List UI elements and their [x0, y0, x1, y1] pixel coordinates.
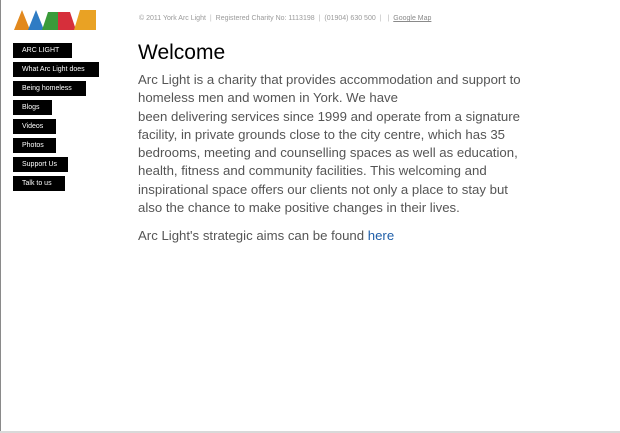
arc-light-logo[interactable]	[14, 10, 96, 30]
intro-line: health, fitness and community facilities…	[138, 163, 487, 179]
intro-line: inspirational space offers our clients n…	[138, 181, 508, 197]
page-title: Welcome	[138, 41, 226, 64]
logo-triangle-blue	[28, 10, 44, 30]
nav-item-blogs[interactable]: Blogs	[13, 100, 52, 115]
intro-line: also the chance to make positive changes…	[138, 200, 460, 216]
separator: |	[318, 15, 321, 22]
separator: |	[387, 15, 390, 22]
window-left-border	[0, 0, 1, 433]
intro-line: bedrooms, meeting and counselling spaces…	[138, 145, 518, 161]
aims-text: Arc Light's strategic aims can be found	[138, 228, 368, 244]
nav-item-photos[interactable]: Photos	[13, 138, 56, 153]
intro-line: homeless men and women in York. We have	[138, 90, 398, 106]
main-content: Welcome Arc Light is a charity that prov…	[138, 41, 538, 246]
intro-line: facility, in private grounds close to th…	[138, 126, 505, 142]
logo-triangle-orange	[14, 10, 30, 30]
intro-line: been delivering services since 1999 and …	[138, 108, 520, 124]
intro-line: Arc Light is a charity that provides acc…	[138, 72, 521, 87]
site-info-bar: © 2011 York Arc Light | Registered Chari…	[139, 15, 431, 22]
nav-item-being-homeless[interactable]: Being homeless	[13, 81, 86, 96]
nav-item-videos[interactable]: Videos	[13, 119, 56, 134]
intro-paragraph: Arc Light is a charity that provides acc…	[138, 71, 538, 217]
google-map-link[interactable]: Google Map	[393, 15, 431, 22]
copyright-text: © 2011 York Arc Light	[139, 15, 206, 22]
nav-item-talk-to-us[interactable]: Talk to us	[13, 176, 65, 191]
nav-item-what-arc-light-does[interactable]: What Arc Light does	[13, 62, 99, 77]
logo-shape-red	[58, 12, 76, 30]
nav-item-arc-light[interactable]: ARC LIGHT	[13, 43, 72, 58]
logo-shape-yellow	[74, 10, 96, 30]
charity-number: Registered Charity No: 1113198	[215, 15, 315, 22]
aims-here-link[interactable]: here	[368, 228, 394, 243]
phone-number: (01904) 630 500	[324, 15, 376, 22]
aims-paragraph: Arc Light's strategic aims can be found …	[138, 227, 538, 245]
logo-shape-green	[42, 12, 58, 30]
main-nav: ARC LIGHT What Arc Light does Being home…	[13, 43, 99, 195]
separator: |	[379, 15, 382, 22]
nav-item-support-us[interactable]: Support Us	[13, 157, 68, 172]
separator: |	[209, 15, 212, 22]
